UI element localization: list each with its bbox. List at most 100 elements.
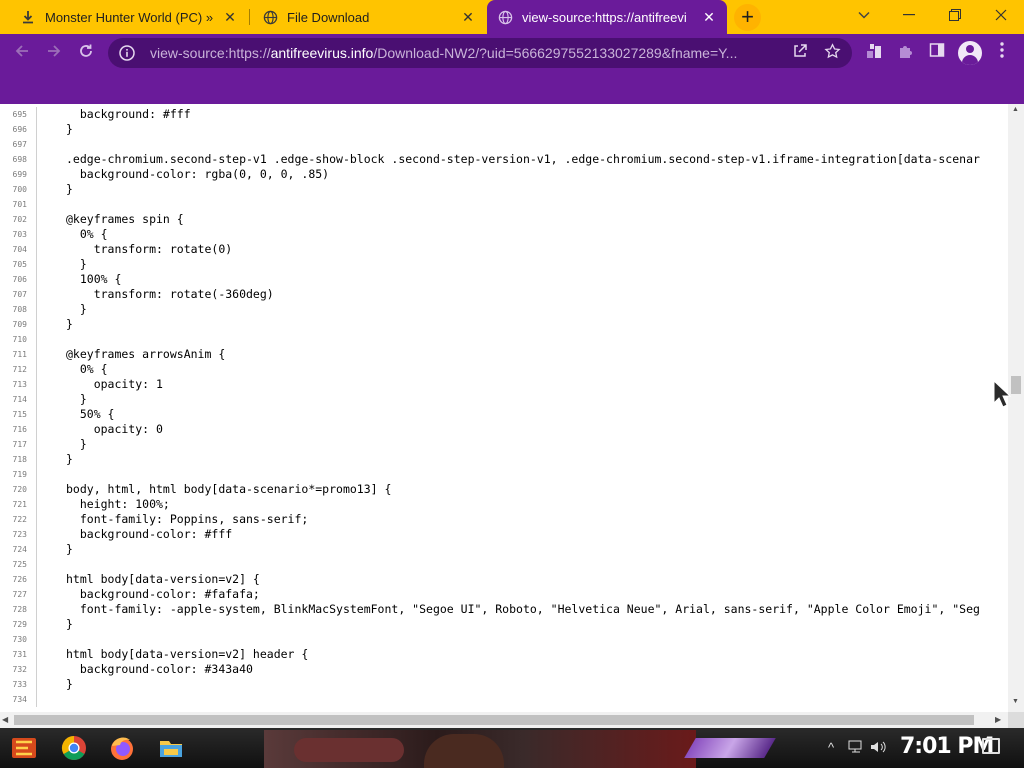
source-line: 696} [0,122,1008,137]
minimize-button[interactable] [886,0,932,30]
source-line: 732 background-color: #343a40 [0,662,1008,677]
globe-icon [262,9,278,25]
close-icon[interactable]: ✕ [222,9,238,25]
line-code [36,332,66,347]
line-number: 728 [12,605,27,614]
notifications-icon[interactable] [982,738,1000,754]
line-code: html body[data-version=v2] { [36,572,260,587]
restore-button[interactable] [932,0,978,30]
close-icon[interactable]: ✕ [460,9,476,25]
source-line: 731 html body[data-version=v2] header { [0,647,1008,662]
extension-shield-icon[interactable] [863,42,885,64]
line-code: background-color: rgba(0, 0, 0, .85) [36,167,329,182]
chrome-icon[interactable] [58,732,92,766]
scroll-right-arrow-icon[interactable]: ▶ [995,715,1001,724]
taskbar-clock[interactable]: 7:01 PM [900,734,994,759]
file-explorer-icon[interactable] [155,732,189,766]
volume-icon[interactable] [870,740,888,757]
avatar-body-shape [962,55,978,65]
line-code: font-family: Poppins, sans-serif; [36,512,308,527]
line-code [36,557,66,572]
source-line: 715 50% { [0,407,1008,422]
scroll-up-arrow-icon[interactable]: ▲ [1012,106,1019,113]
source-line: 719 [0,467,1008,482]
tab-file-download[interactable]: File Download ✕ [252,0,486,34]
line-code: transform: rotate(-360deg) [36,287,274,302]
vertical-scrollbar[interactable]: ▲ ▼ [1008,104,1024,712]
browser-toolbar: view-source:https://antifreevirus.info/D… [0,34,1024,72]
scroll-down-arrow-icon[interactable]: ▼ [1012,698,1019,705]
line-number: 698 [12,155,27,164]
line-code: font-family: -apple-system, BlinkMacSyst… [36,602,980,617]
line-number: 701 [12,200,27,209]
line-number: 729 [12,620,27,629]
line-number: 715 [12,410,27,419]
line-code: 0% { [36,227,108,242]
source-line: 710 [0,332,1008,347]
line-code: opacity: 1 [36,377,163,392]
profile-avatar[interactable] [958,41,982,65]
source-line: 725 [0,557,1008,572]
line-number: 713 [12,380,27,389]
horizontal-scroll-thumb[interactable] [14,715,974,725]
source-line: 703 0% { [0,227,1008,242]
menu-kebab-icon[interactable] [991,42,1013,64]
firefox-icon[interactable] [106,732,140,766]
scroll-left-arrow-icon[interactable]: ◀ [2,715,8,724]
show-hidden-icons-chevron-icon[interactable]: ^ [828,740,834,755]
source-line: 714 } [0,392,1008,407]
tab-monster-hunter[interactable]: Monster Hunter World (PC) » Ci ✕ [10,0,248,34]
source-line: 707 transform: rotate(-360deg) [0,287,1008,302]
forward-button[interactable] [41,40,67,66]
vertical-scroll-thumb[interactable] [1011,376,1021,394]
line-code [36,692,66,707]
source-line: 698 .edge-chromium.second-step-v1 .edge-s… [0,152,1008,167]
line-number: 730 [12,635,27,644]
source-line: 733} [0,677,1008,692]
line-code: html body[data-version=v2] header { [36,647,308,662]
source-line: 706 100% { [0,272,1008,287]
extensions-puzzle-icon[interactable] [895,42,917,64]
line-code: } [36,437,87,452]
source-view[interactable]: 695 background: #fff 696} 697 698 .edge-chro… [0,104,1008,712]
tab-view-source[interactable]: view-source:https://antifreevi ✕ [487,0,727,34]
source-line: 721 height: 100%; [0,497,1008,512]
line-number: 699 [12,170,27,179]
globe-icon [497,9,513,25]
address-bar[interactable]: view-source:https://antifreevirus.info/D… [108,38,852,68]
close-window-button[interactable] [978,0,1024,30]
line-code [36,137,66,152]
source-line: 697 [0,137,1008,152]
line-code [36,197,66,212]
line-number: 726 [12,575,27,584]
site-info-icon[interactable] [118,44,136,62]
line-code: } [36,122,73,137]
close-icon[interactable]: ✕ [701,9,717,25]
source-line: 713 opacity: 1 [0,377,1008,392]
line-number: 702 [12,215,27,224]
source-line: 704 transform: rotate(0) [0,242,1008,257]
source-line: 700} [0,182,1008,197]
bookmark-star-icon[interactable] [822,43,842,63]
horizontal-scrollbar[interactable]: ◀ ▶ [0,712,1008,728]
line-number: 723 [12,530,27,539]
share-icon[interactable] [790,43,810,63]
line-number: 695 [12,110,27,119]
reload-button[interactable] [73,40,99,66]
line-number: 719 [12,470,27,479]
new-tab-button[interactable]: + [734,4,761,31]
back-button[interactable] [9,40,35,66]
taskbar: ^ 7:01 PM [0,728,1024,768]
source-line: 701 [0,197,1008,212]
line-number: 708 [12,305,27,314]
line-code: } [36,617,73,632]
network-icon[interactable] [848,740,864,757]
start-button-icon[interactable] [8,732,42,766]
line-code: } [36,677,73,692]
side-panel-icon[interactable] [926,42,948,64]
tab-search-chevron-icon[interactable] [854,6,874,26]
line-number: 725 [12,560,27,569]
source-line: 729} [0,617,1008,632]
line-code: opacity: 0 [36,422,163,437]
line-code: transform: rotate(0) [36,242,232,257]
